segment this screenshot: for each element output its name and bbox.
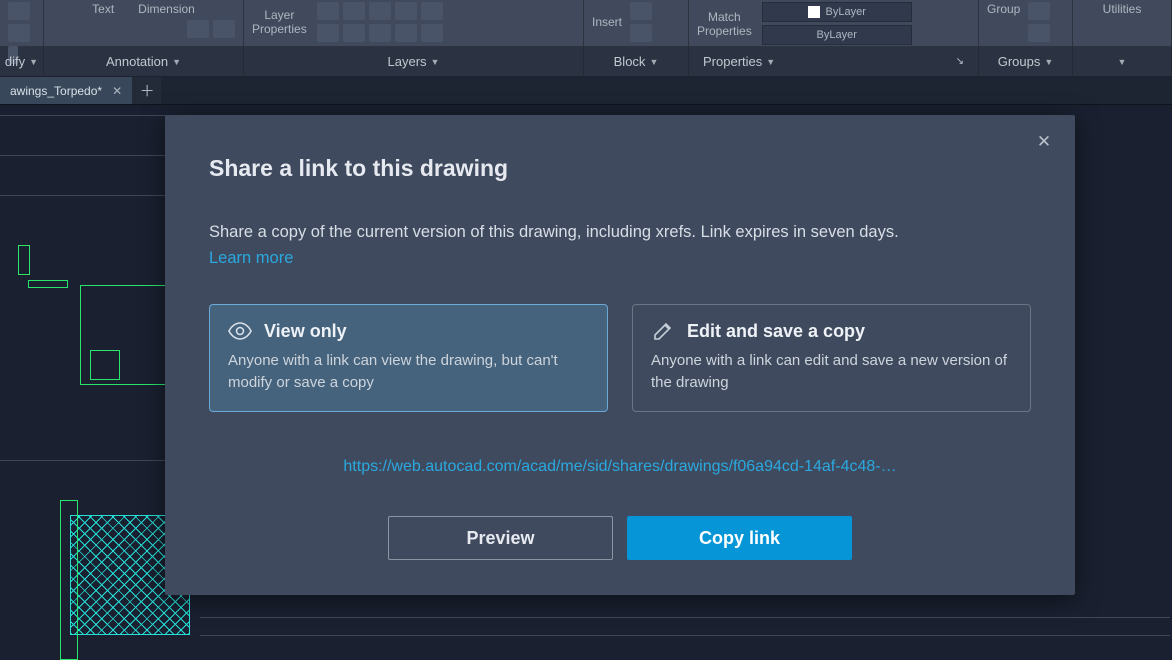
option-edit-title: Edit and save a copy [687, 321, 865, 342]
close-icon: ✕ [1037, 132, 1051, 152]
ribbon-group-groups: Group [979, 0, 1073, 46]
ribbon-panels: Text Dimension Layer Properties Insert M… [0, 0, 1172, 47]
learn-more-link[interactable]: Learn more [209, 249, 293, 268]
option-view-only[interactable]: View only Anyone with a link can view th… [209, 304, 608, 413]
option-edit-copy[interactable]: Edit and save a copy Anyone with a link … [632, 304, 1031, 413]
ribbon-tab-annotation[interactable]: Annotation▼ [44, 47, 244, 76]
share-url-link[interactable]: https://web.autocad.com/acad/me/sid/shar… [209, 458, 1031, 476]
ribbon-tab-block[interactable]: Block▼ [584, 47, 689, 76]
close-tab-icon[interactable]: ✕ [112, 84, 122, 98]
dialog-title: Share a link to this drawing [209, 155, 1031, 182]
dialog-subtitle: Share a copy of the current version of t… [209, 220, 1031, 245]
ribbon-label-layer-properties[interactable]: Layer Properties [252, 8, 307, 36]
ribbon-tab-groups[interactable]: Groups▼ [979, 47, 1073, 76]
ribbon-tab-row: dify▼ Annotation▼ Layers▼ Block▼ Propert… [0, 47, 1172, 77]
ribbon-label-match-props[interactable]: Match Properties [697, 10, 752, 38]
bylayer-line-box[interactable]: ByLayer [762, 25, 912, 45]
ribbon-label-insert[interactable]: Insert [592, 15, 622, 29]
dialog-button-row: Preview Copy link [209, 516, 1031, 560]
ribbon-label-group[interactable]: Group [987, 2, 1020, 16]
document-tab-title: awings_Torpedo* [10, 84, 102, 98]
option-edit-desc: Anyone with a link can edit and save a n… [651, 350, 1012, 394]
ribbon-label-dimension[interactable]: Dimension [138, 2, 195, 16]
ribbon-label-utilities[interactable]: Utilities [1081, 2, 1163, 16]
eye-icon [228, 321, 252, 341]
preview-button[interactable]: Preview [388, 516, 613, 560]
option-view-desc: Anyone with a link can view the drawing,… [228, 350, 589, 394]
ribbon-tab-layers[interactable]: Layers▼ [244, 47, 584, 76]
ribbon-tab-utilities[interactable]: ▼ [1073, 47, 1172, 76]
ribbon-group-utilities: Utilities [1073, 0, 1172, 46]
ribbon-group-annotation: Text Dimension [44, 0, 244, 46]
ribbon-label-text[interactable]: Text [92, 2, 114, 16]
share-option-row: View only Anyone with a link can view th… [209, 304, 1031, 413]
new-tab-button[interactable]: ＋ [133, 77, 161, 104]
document-tab-active[interactable]: awings_Torpedo* ✕ [0, 77, 133, 104]
document-tab-bar: awings_Torpedo* ✕ ＋ [0, 77, 1172, 105]
copy-link-button[interactable]: Copy link [627, 516, 852, 560]
bylayer-color-box[interactable]: ByLayer [762, 2, 912, 22]
ribbon-tab-properties[interactable]: Properties▼↘ [689, 47, 979, 76]
ribbon-group-layers: Layer Properties [244, 0, 584, 46]
ribbon-group-modify-edge [0, 0, 44, 46]
pencil-icon [651, 321, 675, 341]
ribbon-group-properties: Match Properties ByLayer ByLayer [689, 0, 979, 46]
ribbon-group-block: Insert [584, 0, 689, 46]
share-dialog: ✕ Share a link to this drawing Share a c… [165, 115, 1075, 595]
dialog-close-button[interactable]: ✕ [1033, 131, 1055, 153]
ribbon-tab-modify[interactable]: dify▼ [0, 47, 44, 76]
option-view-title: View only [264, 321, 347, 342]
